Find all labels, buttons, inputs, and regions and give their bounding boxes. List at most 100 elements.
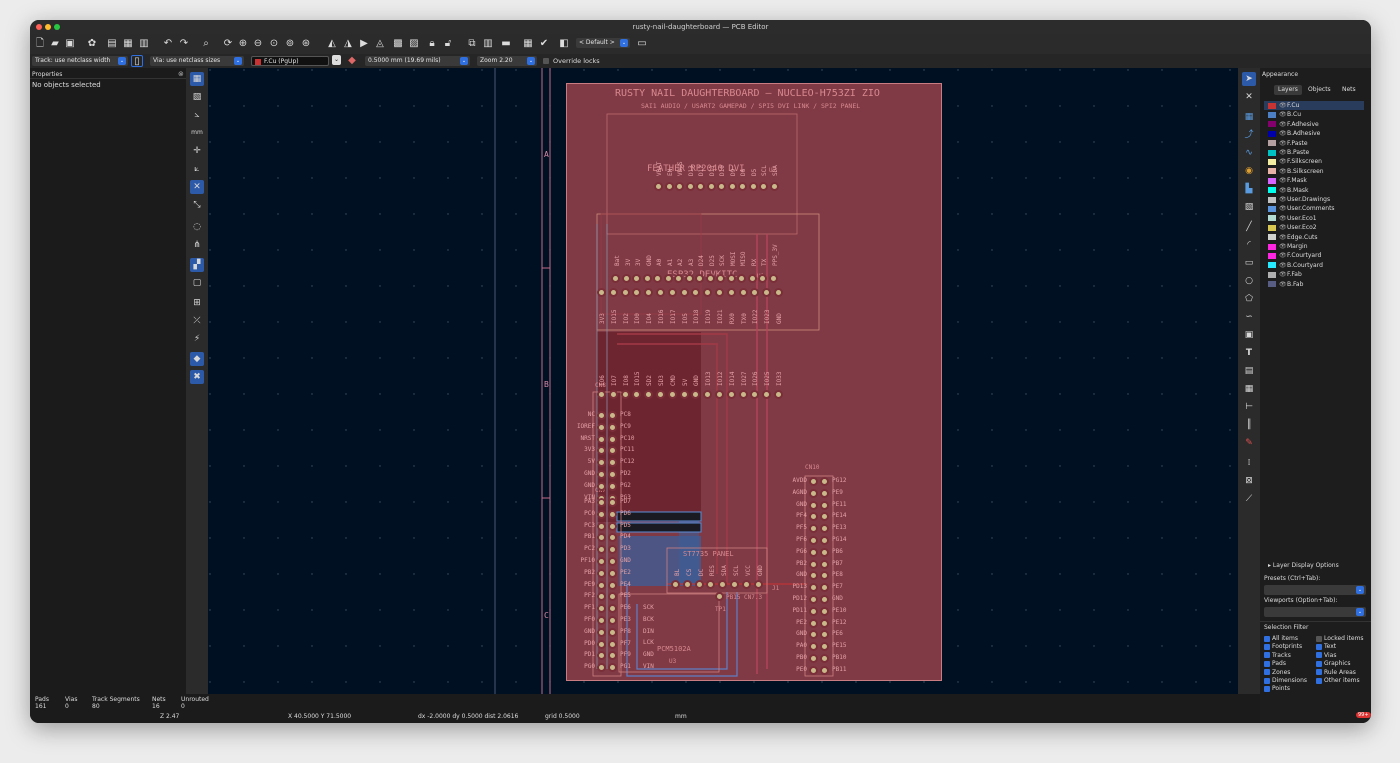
- feather-pad[interactable]: [674, 274, 683, 283]
- layer-pair-icon[interactable]: ◧: [558, 38, 570, 50]
- pcb-canvas[interactable]: A B C RUSTY NAIL DAUGHTERBOARD — NUCLEO-…: [208, 68, 1238, 694]
- redo-icon[interactable]: ↷: [178, 38, 190, 50]
- checkbox[interactable]: [1264, 652, 1270, 659]
- filter-other-items[interactable]: Other items: [1316, 676, 1360, 685]
- cn10-pad[interactable]: [809, 547, 818, 557]
- esp32-pad[interactable]: [715, 390, 724, 399]
- feather-pad[interactable]: [726, 274, 736, 283]
- cn7-pad[interactable]: [608, 580, 617, 590]
- cn7-pad[interactable]: [608, 568, 617, 578]
- zoom-window-button[interactable]: [54, 24, 60, 30]
- layer-row-f-fab[interactable]: 👁︎F.Fab: [1268, 270, 1302, 279]
- visibility-eye-icon[interactable]: 👁︎: [1279, 110, 1287, 119]
- filled-pads-icon[interactable]: ▞: [190, 258, 204, 272]
- undo-icon[interactable]: ↶: [162, 38, 174, 50]
- layer-row-f-courtyard[interactable]: 👁︎F.Courtyard: [1268, 251, 1321, 260]
- esp32-pad[interactable]: [608, 288, 618, 297]
- cn10-pad[interactable]: [820, 547, 829, 557]
- cn10-pad[interactable]: [809, 488, 818, 498]
- layer-row-f-adhesive[interactable]: 👁︎F.Adhesive: [1268, 120, 1319, 129]
- cn8-pad[interactable]: [608, 422, 617, 432]
- layer-row-b-fab[interactable]: 👁︎B.Fab: [1268, 280, 1303, 289]
- layer-row-edge-cuts[interactable]: 👁︎Edge.Cuts: [1268, 233, 1317, 242]
- draw-rectangle-icon[interactable]: ▭: [1242, 256, 1256, 270]
- cn7-pad[interactable]: [597, 616, 606, 625]
- esp32-pad[interactable]: [679, 288, 689, 297]
- visibility-eye-icon[interactable]: 👁︎: [1279, 242, 1287, 251]
- feather-pad[interactable]: [717, 182, 726, 191]
- layer-color-swatch[interactable]: [1268, 177, 1276, 184]
- layer-display-options[interactable]: ▸ Layer Display Options: [1268, 562, 1339, 569]
- layer-select[interactable]: F.Cu (PgUp): [251, 56, 329, 66]
- tracks-display-icon[interactable]: ⤫: [190, 314, 204, 328]
- grid-select[interactable]: 0.5000 mm (19.69 mils) ⌄: [365, 56, 470, 66]
- layer-color-swatch[interactable]: [1268, 196, 1276, 203]
- st7735-pad[interactable]: [694, 580, 704, 589]
- cn7-pad[interactable]: [608, 498, 617, 507]
- show-zones-icon[interactable]: ◌: [190, 220, 204, 234]
- cn10-pad[interactable]: [820, 595, 829, 604]
- feather-pad[interactable]: [759, 182, 768, 191]
- esp32-pad[interactable]: [726, 390, 736, 399]
- cn7-pad[interactable]: [608, 616, 617, 625]
- layer-row-f-silkscreen[interactable]: 👁︎F.Silkscreen: [1268, 157, 1322, 166]
- cn7-pad[interactable]: [597, 639, 606, 649]
- esp32-pad[interactable]: [679, 390, 689, 399]
- feather-pad[interactable]: [768, 274, 778, 283]
- cn7-pad[interactable]: [608, 509, 617, 519]
- feather-pad[interactable]: [727, 182, 737, 191]
- via-size-select[interactable]: Via: use netclass sizes ⌄: [150, 56, 244, 66]
- tab-layers[interactable]: Layers: [1274, 85, 1302, 95]
- curved-ratsnest-icon[interactable]: ⤡: [190, 198, 204, 212]
- feather-pad[interactable]: [654, 182, 663, 191]
- lock-icon[interactable]: 🔒︎: [426, 38, 438, 50]
- override-locks-checkbox[interactable]: [543, 58, 549, 64]
- zoom-select[interactable]: Zoom 2.20 ⌄: [477, 56, 537, 66]
- cn8-pad[interactable]: [597, 411, 606, 420]
- layer-row-b-silkscreen[interactable]: 👁︎B.Silkscreen: [1268, 167, 1324, 176]
- visibility-eye-icon[interactable]: 👁︎: [1279, 233, 1287, 242]
- esp32-pad[interactable]: [738, 390, 748, 399]
- measure-icon[interactable]: ⟋: [1242, 492, 1256, 506]
- ratsnest-icon[interactable]: ✕: [190, 180, 204, 194]
- properties-toggle-icon[interactable]: ✖: [190, 370, 204, 384]
- cn7-pad[interactable]: [597, 580, 606, 590]
- feather-pad[interactable]: [758, 274, 767, 283]
- cn10-pad[interactable]: [820, 606, 829, 616]
- st7735-pad[interactable]: [741, 580, 751, 589]
- add-zone-icon[interactable]: ▙: [1242, 182, 1256, 196]
- ungroup-icon[interactable]: ▨: [408, 38, 420, 50]
- visibility-eye-icon[interactable]: 👁︎: [1279, 101, 1287, 110]
- add-via-icon[interactable]: ◉: [1242, 164, 1256, 178]
- esp32-pad[interactable]: [726, 288, 736, 297]
- toggle-panel-icon[interactable]: ▭: [636, 38, 648, 50]
- cn7-pad[interactable]: [597, 509, 606, 519]
- feather-pad[interactable]: [696, 182, 705, 191]
- add-text-icon[interactable]: T: [1242, 346, 1256, 360]
- feather-pad[interactable]: [621, 274, 631, 283]
- feather-pad[interactable]: [611, 274, 620, 283]
- cn8-pad[interactable]: [597, 481, 606, 491]
- add-table-icon[interactable]: ▦: [1242, 382, 1256, 396]
- minimize-window-button[interactable]: [45, 24, 51, 30]
- checkbox[interactable]: [1316, 643, 1322, 650]
- layer-color-swatch[interactable]: [1268, 271, 1276, 278]
- layer-color-swatch[interactable]: [1268, 262, 1276, 269]
- checkbox[interactable]: [1264, 677, 1270, 684]
- cn10-pad[interactable]: [809, 559, 818, 569]
- layer-row-user-eco2[interactable]: 👁︎User.Eco2: [1268, 223, 1317, 232]
- draw-bezier-icon[interactable]: ∽: [1242, 310, 1256, 324]
- layer-color-swatch[interactable]: [1268, 243, 1276, 250]
- checkbox[interactable]: [1316, 677, 1322, 684]
- draw-circle-icon[interactable]: ○: [1242, 274, 1256, 288]
- layer-row-b-courtyard[interactable]: 👁︎B.Courtyard: [1268, 261, 1323, 270]
- visibility-eye-icon[interactable]: 👁︎: [1279, 204, 1287, 213]
- esp32-pad[interactable]: [620, 390, 630, 399]
- cn8-pad[interactable]: [597, 422, 606, 432]
- visibility-eye-icon[interactable]: 👁︎: [1279, 251, 1287, 260]
- cn10-pad[interactable]: [809, 536, 818, 545]
- checkbox[interactable]: [1316, 652, 1322, 659]
- highlight-net-icon[interactable]: ⚡: [190, 332, 204, 346]
- delete-tool-icon[interactable]: ✎: [1242, 436, 1256, 450]
- layer-row-b-mask[interactable]: 👁︎B.Mask: [1268, 186, 1308, 195]
